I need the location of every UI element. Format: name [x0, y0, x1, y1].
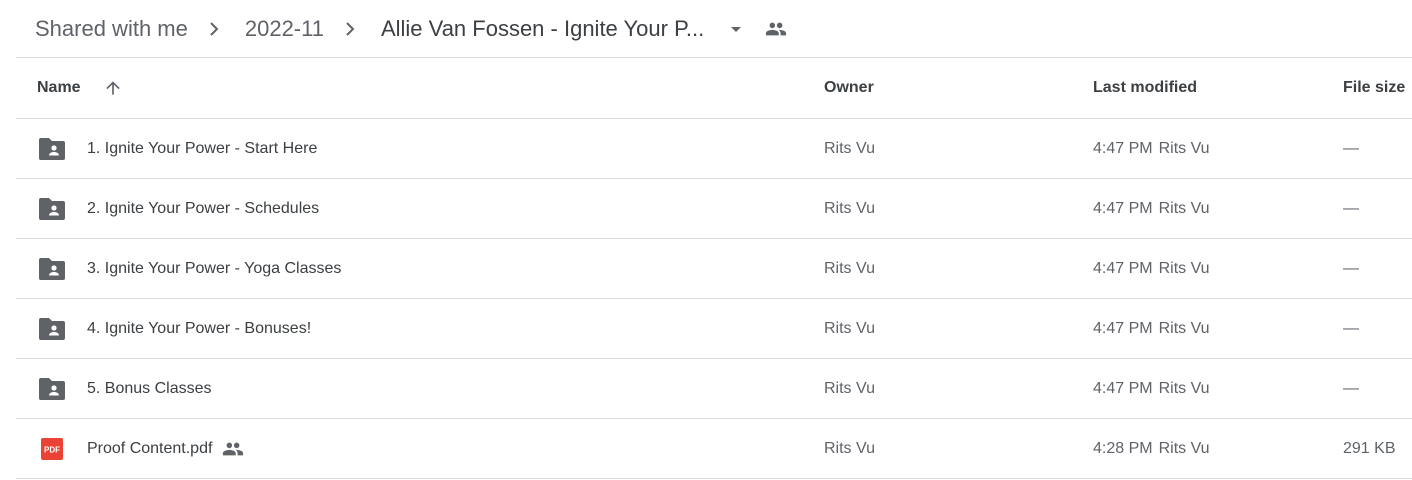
file-name-cell: 4. Ignite Your Power - Bonuses! — [16, 317, 824, 341]
column-header-name-label: Name — [37, 79, 81, 96]
pdf-icon-label: PDF — [44, 445, 60, 454]
chevron-right-icon — [338, 17, 362, 41]
owner-cell: Rits Vu — [824, 439, 875, 457]
shared-folder-icon — [39, 197, 65, 221]
modified-by: Rits Vu — [1158, 319, 1210, 337]
shared-folder-icon — [39, 137, 65, 161]
file-size-cell: — — [1343, 379, 1359, 397]
last-modified-cell: 4:47 PM Rits Vu — [1093, 260, 1343, 278]
file-name: 1. Ignite Your Power - Start Here — [87, 139, 318, 157]
file-size-cell: 291 KB — [1343, 439, 1396, 457]
modified-time: 4:28 PM — [1093, 439, 1153, 457]
last-modified-cell: 4:47 PM Rits Vu — [1093, 200, 1343, 218]
sort-arrow-up-icon[interactable] — [101, 76, 125, 100]
table-row[interactable]: 3. Ignite Your Power - Yoga Classes Rits… — [16, 239, 1412, 299]
table-row[interactable]: 1. Ignite Your Power - Start Here Rits V… — [16, 119, 1412, 179]
table-row[interactable]: 5. Bonus Classes Rits Vu 4:47 PM Rits Vu … — [16, 359, 1412, 419]
file-name-cell: 1. Ignite Your Power - Start Here — [16, 137, 824, 161]
modified-by: Rits Vu — [1158, 259, 1210, 277]
pdf-icon: PDF — [39, 437, 65, 461]
file-size-cell: — — [1343, 199, 1359, 217]
modified-by: Rits Vu — [1158, 139, 1210, 157]
file-name: 2. Ignite Your Power - Schedules — [87, 199, 320, 217]
last-modified-cell: 4:47 PM Rits Vu — [1093, 320, 1343, 338]
table-header: Name Owner Last modified File size — [16, 58, 1412, 119]
file-name: 5. Bonus Classes — [87, 379, 212, 397]
shared-people-icon — [222, 438, 244, 460]
last-modified-cell: 4:28 PM Rits Vu — [1093, 440, 1343, 458]
last-modified-cell: 4:47 PM Rits Vu — [1093, 140, 1343, 158]
shared-people-icon — [764, 17, 788, 41]
table-row[interactable]: 4. Ignite Your Power - Bonuses! Rits Vu … — [16, 299, 1412, 359]
breadcrumb-shared-with-me[interactable]: Shared with me — [16, 16, 194, 42]
column-header-owner[interactable]: Owner — [824, 79, 1093, 97]
file-name-cell: PDF Proof Content.pdf — [16, 437, 824, 461]
breadcrumb-current-folder[interactable]: Allie Van Fossen - Ignite Your P... — [362, 16, 710, 42]
column-header-file-size[interactable]: File size — [1343, 79, 1412, 97]
owner-cell: Rits Vu — [824, 139, 875, 157]
shared-folder-icon — [39, 377, 65, 401]
owner-cell: Rits Vu — [824, 379, 875, 397]
owner-cell: Rits Vu — [824, 319, 875, 337]
modified-by: Rits Vu — [1158, 379, 1210, 397]
file-name: Proof Content.pdf — [87, 439, 213, 457]
file-name-cell: 3. Ignite Your Power - Yoga Classes — [16, 257, 824, 281]
file-name: 3. Ignite Your Power - Yoga Classes — [87, 259, 342, 277]
shared-folder-icon — [39, 317, 65, 341]
file-name-cell: 2. Ignite Your Power - Schedules — [16, 197, 824, 221]
file-name-cell: 5. Bonus Classes — [16, 377, 824, 401]
modified-time: 4:47 PM — [1093, 259, 1153, 277]
owner-cell: Rits Vu — [824, 199, 875, 217]
breadcrumb-2022-11[interactable]: 2022-11 — [226, 16, 330, 42]
modified-by: Rits Vu — [1158, 199, 1210, 217]
modified-time: 4:47 PM — [1093, 199, 1153, 217]
file-size-cell: — — [1343, 319, 1359, 337]
last-modified-cell: 4:47 PM Rits Vu — [1093, 380, 1343, 398]
owner-cell: Rits Vu — [824, 259, 875, 277]
shared-folder-icon — [39, 257, 65, 281]
modified-time: 4:47 PM — [1093, 139, 1153, 157]
table-row[interactable]: 2. Ignite Your Power - Schedules Rits Vu… — [16, 179, 1412, 239]
file-size-cell: — — [1343, 259, 1359, 277]
file-name: 4. Ignite Your Power - Bonuses! — [87, 319, 312, 337]
modified-by: Rits Vu — [1158, 439, 1210, 457]
breadcrumb: Shared with me 2022-11 Allie Van Fossen … — [16, 0, 1412, 58]
modified-time: 4:47 PM — [1093, 379, 1153, 397]
file-list: Name Owner Last modified File size 1. Ig… — [16, 58, 1412, 479]
table-row[interactable]: PDF Proof Content.pdf Rits Vu 4:28 PM Rit… — [16, 419, 1412, 479]
modified-time: 4:47 PM — [1093, 319, 1153, 337]
column-header-last-modified[interactable]: Last modified — [1093, 79, 1343, 97]
file-size-cell: — — [1343, 139, 1359, 157]
column-header-name[interactable]: Name — [16, 76, 824, 100]
dropdown-arrow-icon[interactable] — [724, 17, 748, 41]
chevron-right-icon — [202, 17, 226, 41]
